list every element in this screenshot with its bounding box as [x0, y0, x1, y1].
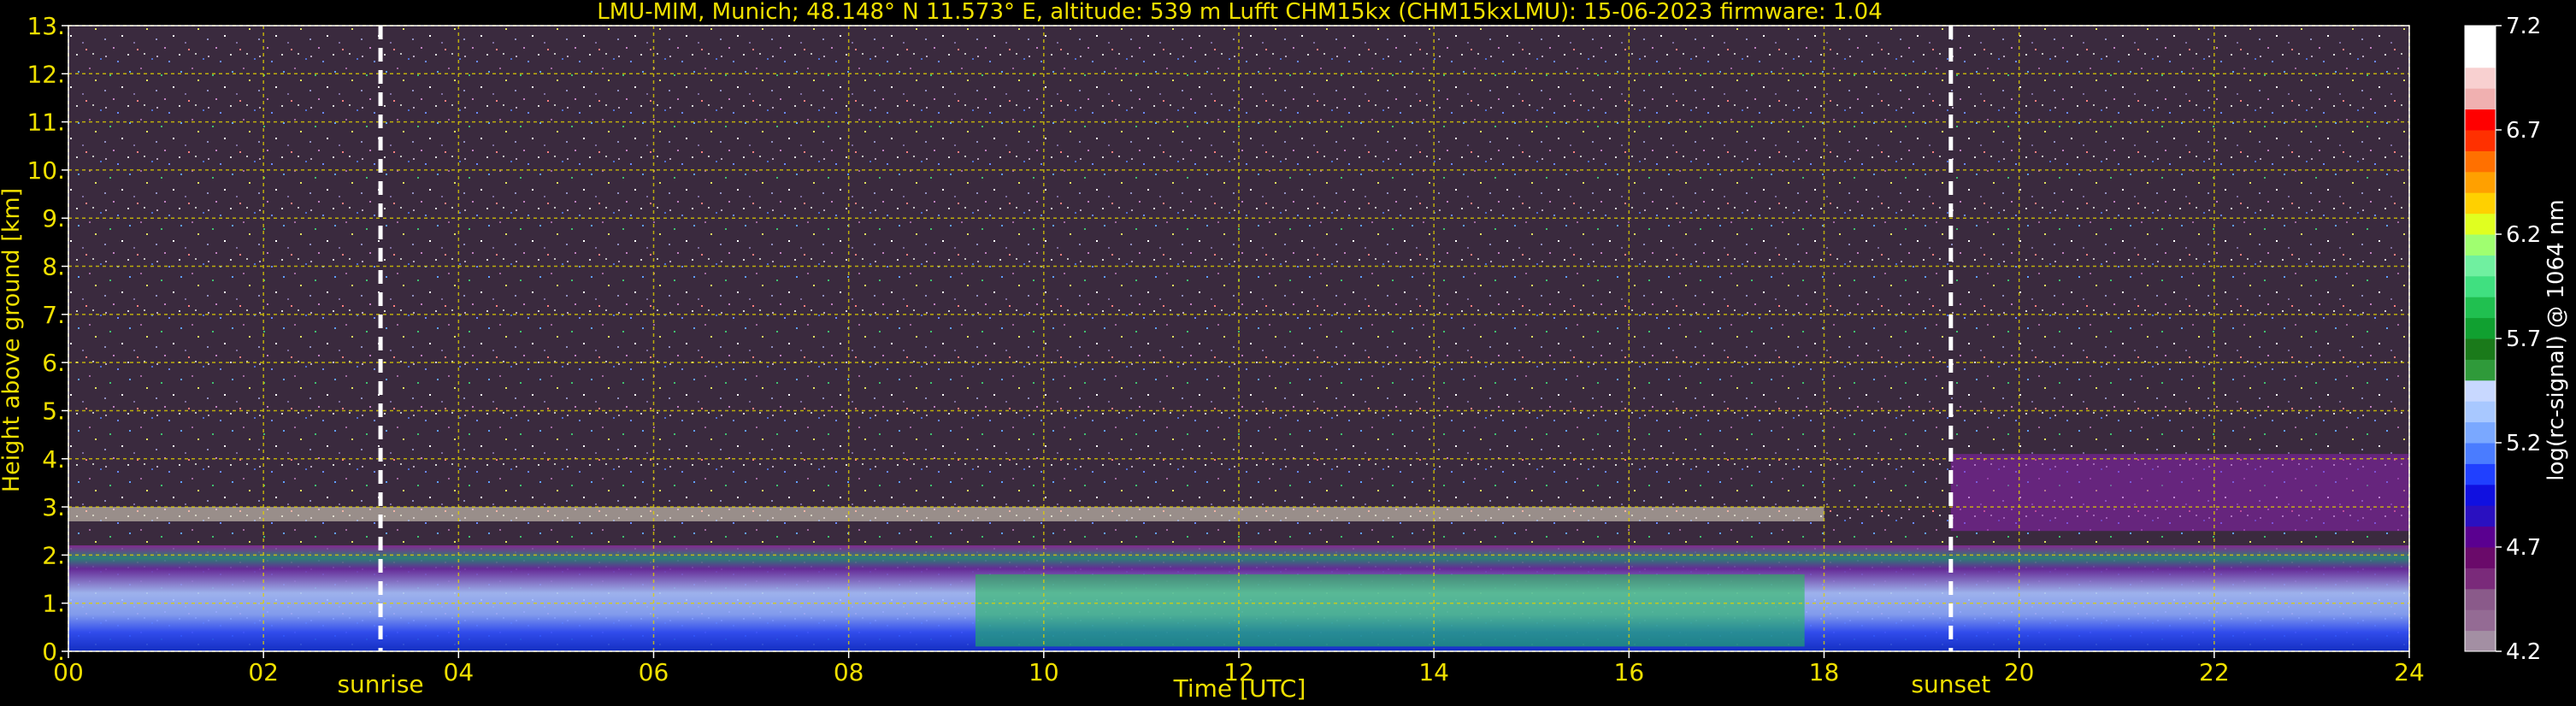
colorbar-segment	[2465, 109, 2496, 131]
colorbar-segment	[2465, 67, 2496, 89]
colorbar-segment	[2465, 401, 2496, 423]
colorbar-tick-label: 5.7	[2506, 327, 2541, 352]
colorbar-tick-label: 6.7	[2506, 118, 2541, 144]
y-tick-label: 2.	[42, 541, 65, 569]
colorbar-segment	[2465, 171, 2496, 193]
y-tick-label: 10.	[27, 156, 65, 185]
x-tick-label: 24	[2394, 658, 2425, 686]
colorbar-tick-label: 5.2	[2506, 431, 2541, 456]
x-tick-label: 04	[444, 658, 475, 686]
x-tick-label: 20	[2004, 658, 2035, 686]
colorbar-segment	[2465, 505, 2496, 527]
chart-title: LMU-MIM, Munich; 48.148° N 11.573° E, al…	[597, 0, 1882, 25]
x-tick-label: 10	[1029, 658, 1059, 686]
colorbar-segment	[2465, 88, 2496, 110]
colorbar-tick-label: 4.2	[2506, 639, 2541, 665]
colorbar-segment	[2465, 275, 2496, 297]
colorbar-segment	[2465, 379, 2496, 402]
y-tick-label: 7.	[42, 301, 65, 329]
x-tick-label: 02	[248, 658, 279, 686]
colorbar-segment	[2465, 150, 2496, 173]
colorbar-segment	[2465, 421, 2496, 444]
y-tick-label: 8.	[42, 253, 65, 281]
colorbar-segment	[2465, 526, 2496, 548]
colorbar-segment	[2465, 297, 2496, 319]
y-tick-label: 0.	[42, 638, 65, 666]
colorbar-segment	[2465, 26, 2496, 47]
colorbar-segment	[2465, 338, 2496, 360]
y-tick-label: 9.	[42, 204, 65, 232]
colorbar-segment	[2465, 46, 2496, 68]
y-tick-label: 6.	[42, 349, 65, 377]
x-tick-label: 18	[1809, 658, 1840, 686]
plot-area	[68, 26, 2409, 651]
colorbar-segment	[2465, 568, 2496, 590]
x-tick-label: 08	[834, 658, 864, 686]
x-tick-label: 14	[1418, 658, 1449, 686]
colorbar-segment	[2465, 192, 2496, 215]
colorbar-segment	[2465, 484, 2496, 506]
sunset-label: sunset	[1911, 670, 1990, 698]
x-axis-label: Time [UTC]	[1173, 674, 1306, 703]
colorbar-segment	[2465, 359, 2496, 381]
colorbar-tick-label: 4.7	[2506, 535, 2541, 561]
colorbar-label: log(rc-signal) @ 1064 nm	[2544, 199, 2569, 480]
y-tick-label: 4.	[42, 445, 65, 474]
colorbar-segment	[2465, 443, 2496, 464]
colorbar-segment	[2465, 317, 2496, 339]
colorbar: 4.2 4.7 5.2 5.7 6.2 6.7 7.2	[2464, 14, 2541, 665]
colorbar-segment	[2465, 130, 2496, 151]
x-tick-label: 22	[2199, 658, 2230, 686]
colorbar-segment	[2465, 588, 2496, 610]
y-tick-label: 1.	[42, 590, 65, 618]
residual-layer-band	[68, 507, 1824, 521]
colorbar-segment	[2465, 234, 2496, 256]
colorbar-tick-label: 6.2	[2506, 222, 2541, 248]
y-tick-label: 12.	[27, 60, 65, 88]
colorbar-segment	[2465, 463, 2496, 485]
convective-layer-region	[975, 574, 1805, 647]
y-tick-label: 13.	[27, 12, 65, 40]
ceilometer-chart: sunrise sunset 00 02 04 06 08 10 12 14 16 18 20 22 24…	[0, 0, 2569, 703]
colorbar-segment	[2465, 547, 2496, 568]
sunrise-label: sunrise	[337, 670, 423, 698]
x-tick-label: 06	[639, 658, 669, 686]
colorbar-segment	[2465, 630, 2496, 652]
y-tick-label: 5.	[42, 397, 65, 425]
y-axis-label: Height above ground [km]	[0, 188, 25, 492]
y-tick-label: 3.	[42, 493, 65, 521]
colorbar-segment	[2465, 255, 2496, 277]
colorbar-segment	[2465, 609, 2496, 632]
colorbar-tick-label: 7.2	[2506, 14, 2541, 39]
x-tick-label: 16	[1614, 658, 1645, 686]
colorbar-segment	[2465, 213, 2496, 235]
y-tick-label: 11.	[27, 109, 65, 137]
